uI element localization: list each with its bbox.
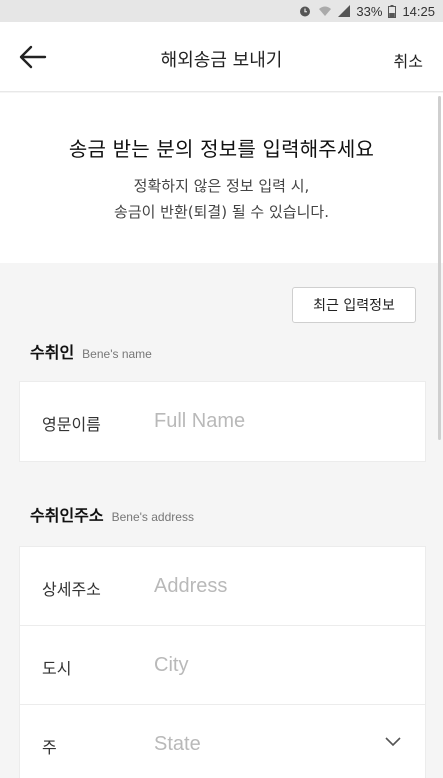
scrollbar[interactable] xyxy=(438,96,441,440)
state-field-label: 주 xyxy=(42,738,57,757)
city-field-label: 도시 xyxy=(42,659,72,678)
battery-percent: 33% xyxy=(356,3,383,19)
chevron-down-icon[interactable] xyxy=(385,737,401,747)
beneficiary-card: 영문이름 xyxy=(19,381,426,462)
address-label-en: Bene's address xyxy=(111,510,194,524)
address-input[interactable] xyxy=(154,565,384,607)
state-select[interactable] xyxy=(154,723,384,765)
full-name-input[interactable] xyxy=(154,400,384,442)
status-time: 14:25 xyxy=(402,3,435,19)
page-title: 해외송금 보내기 xyxy=(160,50,283,71)
cancel-button[interactable]: 취소 xyxy=(394,48,423,72)
city-input[interactable] xyxy=(154,644,384,686)
full-name-row: 영문이름 xyxy=(20,382,425,461)
city-row: 도시 xyxy=(20,626,425,705)
battery-icon xyxy=(388,4,397,18)
address-label: 수취인주소 xyxy=(30,506,104,525)
intro-warning-line1: 정확하지 않은 정보 입력 시, xyxy=(133,177,310,195)
beneficiary-label: 수취인 xyxy=(30,343,75,362)
wifi-icon xyxy=(318,5,332,17)
address-section-label: 수취인주소 Bene's address xyxy=(30,502,194,526)
intro-panel: 송금 받는 분의 정보를 입력해주세요 정확하지 않은 정보 입력 시, 송금이… xyxy=(0,93,443,263)
state-row[interactable]: 주 xyxy=(20,705,425,778)
signal-icon xyxy=(338,5,351,17)
address-card: 상세주소 도시 주 xyxy=(19,546,426,778)
intro-warning-line2: 송금이 반환(퇴결) 될 수 있습니다. xyxy=(114,203,329,221)
alarm-icon xyxy=(298,4,312,18)
full-name-label: 영문이름 xyxy=(42,415,101,434)
beneficiary-section-label: 수취인 Bene's name xyxy=(30,339,152,363)
address-row: 상세주소 xyxy=(20,547,425,626)
beneficiary-label-en: Bene's name xyxy=(82,347,152,361)
recent-info-button[interactable]: 최근 입력정보 xyxy=(292,287,416,323)
address-field-label: 상세주소 xyxy=(42,580,101,599)
intro-heading: 송금 받는 분의 정보를 입력해주세요 xyxy=(68,137,375,161)
status-bar: 33% 14:25 xyxy=(0,0,443,22)
app-header: 해외송금 보내기 취소 xyxy=(0,22,443,92)
